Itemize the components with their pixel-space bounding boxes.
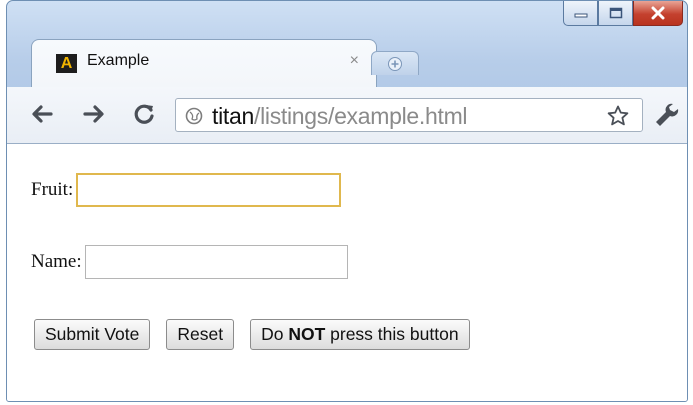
window-controls xyxy=(563,1,683,29)
bookmark-star-icon[interactable] xyxy=(606,104,630,128)
reset-button[interactable]: Reset xyxy=(166,319,235,350)
reload-icon[interactable] xyxy=(131,101,157,127)
button-label-suffix: press this button xyxy=(325,324,459,344)
url-host: titan xyxy=(212,103,254,129)
maximize-icon xyxy=(609,7,622,19)
fruit-row: Fruit: xyxy=(31,173,342,207)
new-tab-icon xyxy=(388,56,402,71)
button-row: Submit Vote Reset Do NOT press this butt… xyxy=(34,319,486,350)
back-arrow-icon[interactable] xyxy=(29,101,55,127)
tab-example[interactable]: A Example × xyxy=(31,39,377,87)
name-row: Name: xyxy=(31,245,348,279)
tab-strip: A Example × xyxy=(7,1,687,87)
minimize-button[interactable] xyxy=(563,1,598,26)
tab-title: Example xyxy=(87,52,150,69)
favicon-letter: A xyxy=(60,54,73,72)
name-input[interactable] xyxy=(84,245,348,279)
name-label: Name: xyxy=(31,251,82,272)
favicon-icon: A xyxy=(56,54,77,73)
forward-arrow-icon[interactable] xyxy=(81,101,107,127)
close-button[interactable] xyxy=(633,1,683,26)
button-label-prefix: Do xyxy=(261,324,289,344)
page-content: Fruit: Name: Submit Vote Reset Do NOT pr… xyxy=(7,144,687,401)
fruit-input[interactable] xyxy=(76,173,342,207)
wrench-icon[interactable] xyxy=(653,101,681,129)
minimize-icon xyxy=(574,13,587,18)
close-icon xyxy=(651,6,665,20)
globe-icon xyxy=(185,107,203,125)
submit-vote-button[interactable]: Submit Vote xyxy=(34,319,151,350)
tab-close-button[interactable]: × xyxy=(350,52,359,70)
fruit-label: Fruit: xyxy=(31,179,74,200)
url-text: titan/listings/example.html xyxy=(212,103,468,130)
browser-window: A Example × titan/listings/example.html … xyxy=(6,0,688,402)
url-path: /listings/example.html xyxy=(253,103,468,129)
address-bar[interactable]: titan/listings/example.html xyxy=(175,98,643,132)
do-not-press-button[interactable]: Do NOT press this button xyxy=(250,319,470,350)
maximize-button[interactable] xyxy=(598,1,633,26)
new-tab-button[interactable] xyxy=(371,51,419,75)
button-label-strong: NOT xyxy=(288,324,326,344)
toolbar: titan/listings/example.html xyxy=(7,87,687,144)
